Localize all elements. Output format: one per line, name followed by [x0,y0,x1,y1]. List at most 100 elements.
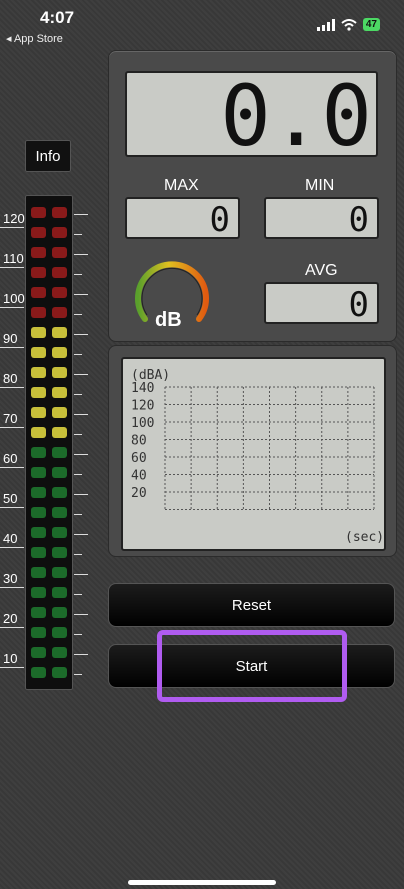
chart-y-tick-label: 40 [131,469,147,484]
min-label: MIN [305,177,335,194]
scale-tick [74,514,82,515]
led-segment [31,327,46,338]
scale-tick [74,474,82,475]
led-segment [31,607,46,618]
scale-tick [74,334,88,335]
readout-panel: 0.0 MAX MIN 0 0 dB AVG 0 [108,50,397,342]
scale-tick [74,274,82,275]
led-segment [52,527,67,538]
avg-label: AVG [305,262,338,279]
history-chart: (dBA) (sec) 140 120 100 80 60 40 20 [121,357,386,551]
led-segment [31,427,46,438]
led-segment [52,307,67,318]
scale-tick [74,594,82,595]
led-segment [52,627,67,638]
led-segment [52,547,67,558]
wifi-icon [341,18,357,31]
led-segment [52,487,67,498]
scale-label: 90 [3,331,18,346]
scale-label: 110 [3,251,24,266]
scale-tick [74,374,88,375]
led-segment [31,267,46,278]
led-segment [52,407,67,418]
scale-line [0,267,24,268]
scale-label: 50 [3,491,18,506]
home-indicator[interactable] [128,880,276,885]
led-segment [31,207,46,218]
led-segment [31,307,46,318]
scale-tick [74,534,88,535]
led-segment [31,387,46,398]
back-to-app-store-link[interactable]: ◂ App Store [6,32,63,45]
scale-line [0,547,24,548]
chart-y-tick-label: 120 [131,399,154,414]
gauge-label: dB [155,309,182,331]
led-segment [52,267,67,278]
scale-line [0,427,24,428]
led-segment [52,647,67,658]
led-segment [31,367,46,378]
info-button[interactable]: Info [25,140,71,172]
led-segment [52,507,67,518]
scale-tick [74,574,88,575]
max-label: MAX [164,177,199,194]
scale-tick [74,454,88,455]
scale-tick [74,494,88,495]
led-segment [31,627,46,638]
led-segment [52,287,67,298]
chart-y-tick-label: 100 [131,416,154,431]
reset-button[interactable]: Reset [108,583,395,627]
led-segment [31,347,46,358]
chart-y-tick-label: 80 [131,434,147,449]
min-display: 0 [264,197,379,240]
scale-tick [74,254,88,255]
scale-line [0,507,24,508]
scale-tick [74,214,88,215]
led-segment [31,287,46,298]
scale-line [0,227,24,228]
scale-label: 20 [3,611,18,626]
led-segment [31,667,46,678]
scale-line [0,347,24,348]
chart-y-tick-label: 20 [131,486,147,501]
scale-tick [74,554,82,555]
led-segment [52,427,67,438]
signal-icon [316,18,335,31]
led-segment [31,447,46,458]
scale-tick [74,654,88,655]
scale-line [0,587,24,588]
scale-tick [74,414,88,415]
scale-label: 10 [3,651,18,666]
led-segment [31,527,46,538]
scale-label: 100 [3,291,25,306]
led-segment [31,567,46,578]
chart-y-tick-label: 140 [131,381,154,396]
main-level-display: 0.0 [125,71,378,159]
led-segment [31,487,46,498]
led-segment [52,247,67,258]
battery-icon: 47 [362,18,380,31]
scale-tick [74,294,88,295]
scale-tick [74,314,82,315]
scale-label: 30 [3,571,18,586]
led-segment [52,607,67,618]
led-segment [31,247,46,258]
history-chart-panel: (dBA) (sec) 140 120 100 80 60 40 20 [108,345,397,557]
scale-tick [74,354,82,355]
led-segment [52,447,67,458]
led-segment [52,667,67,678]
led-segment [52,567,67,578]
status-time: 4:07 [40,8,75,27]
led-segment [52,467,67,478]
start-button[interactable]: Start [108,644,395,688]
scale-line [0,467,24,468]
scale-label: 60 [3,451,18,466]
scale-label: 70 [3,411,18,426]
led-segment [52,587,67,598]
scale-tick [74,394,82,395]
scale-label: 80 [3,371,18,386]
led-segment [31,547,46,558]
led-segment [31,407,46,418]
scale-line [0,627,24,628]
led-segment [52,327,67,338]
